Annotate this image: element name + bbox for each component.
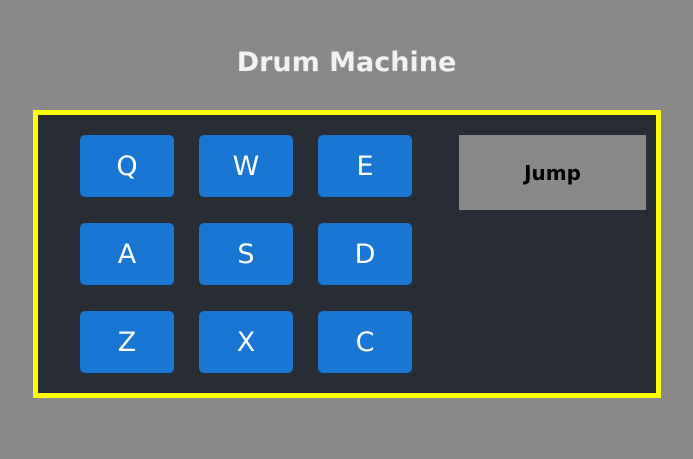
drum-pad-z[interactable]: Z: [80, 311, 174, 373]
drum-pad-x[interactable]: X: [199, 311, 293, 373]
drum-pad-c[interactable]: C: [318, 311, 412, 373]
drum-pad-q[interactable]: Q: [80, 135, 174, 197]
drum-pad-a[interactable]: A: [80, 223, 174, 285]
drum-pad-s[interactable]: S: [199, 223, 293, 285]
sound-display: Jump: [459, 135, 646, 210]
drum-pad-w[interactable]: W: [199, 135, 293, 197]
drum-pad-d[interactable]: D: [318, 223, 412, 285]
page-title: Drum Machine: [236, 47, 457, 78]
drum-machine: Q W E A S D Z X C Jump: [33, 110, 661, 398]
drum-pad-grid: Q W E A S D Z X C: [80, 135, 412, 373]
drum-pad-e[interactable]: E: [318, 135, 412, 197]
